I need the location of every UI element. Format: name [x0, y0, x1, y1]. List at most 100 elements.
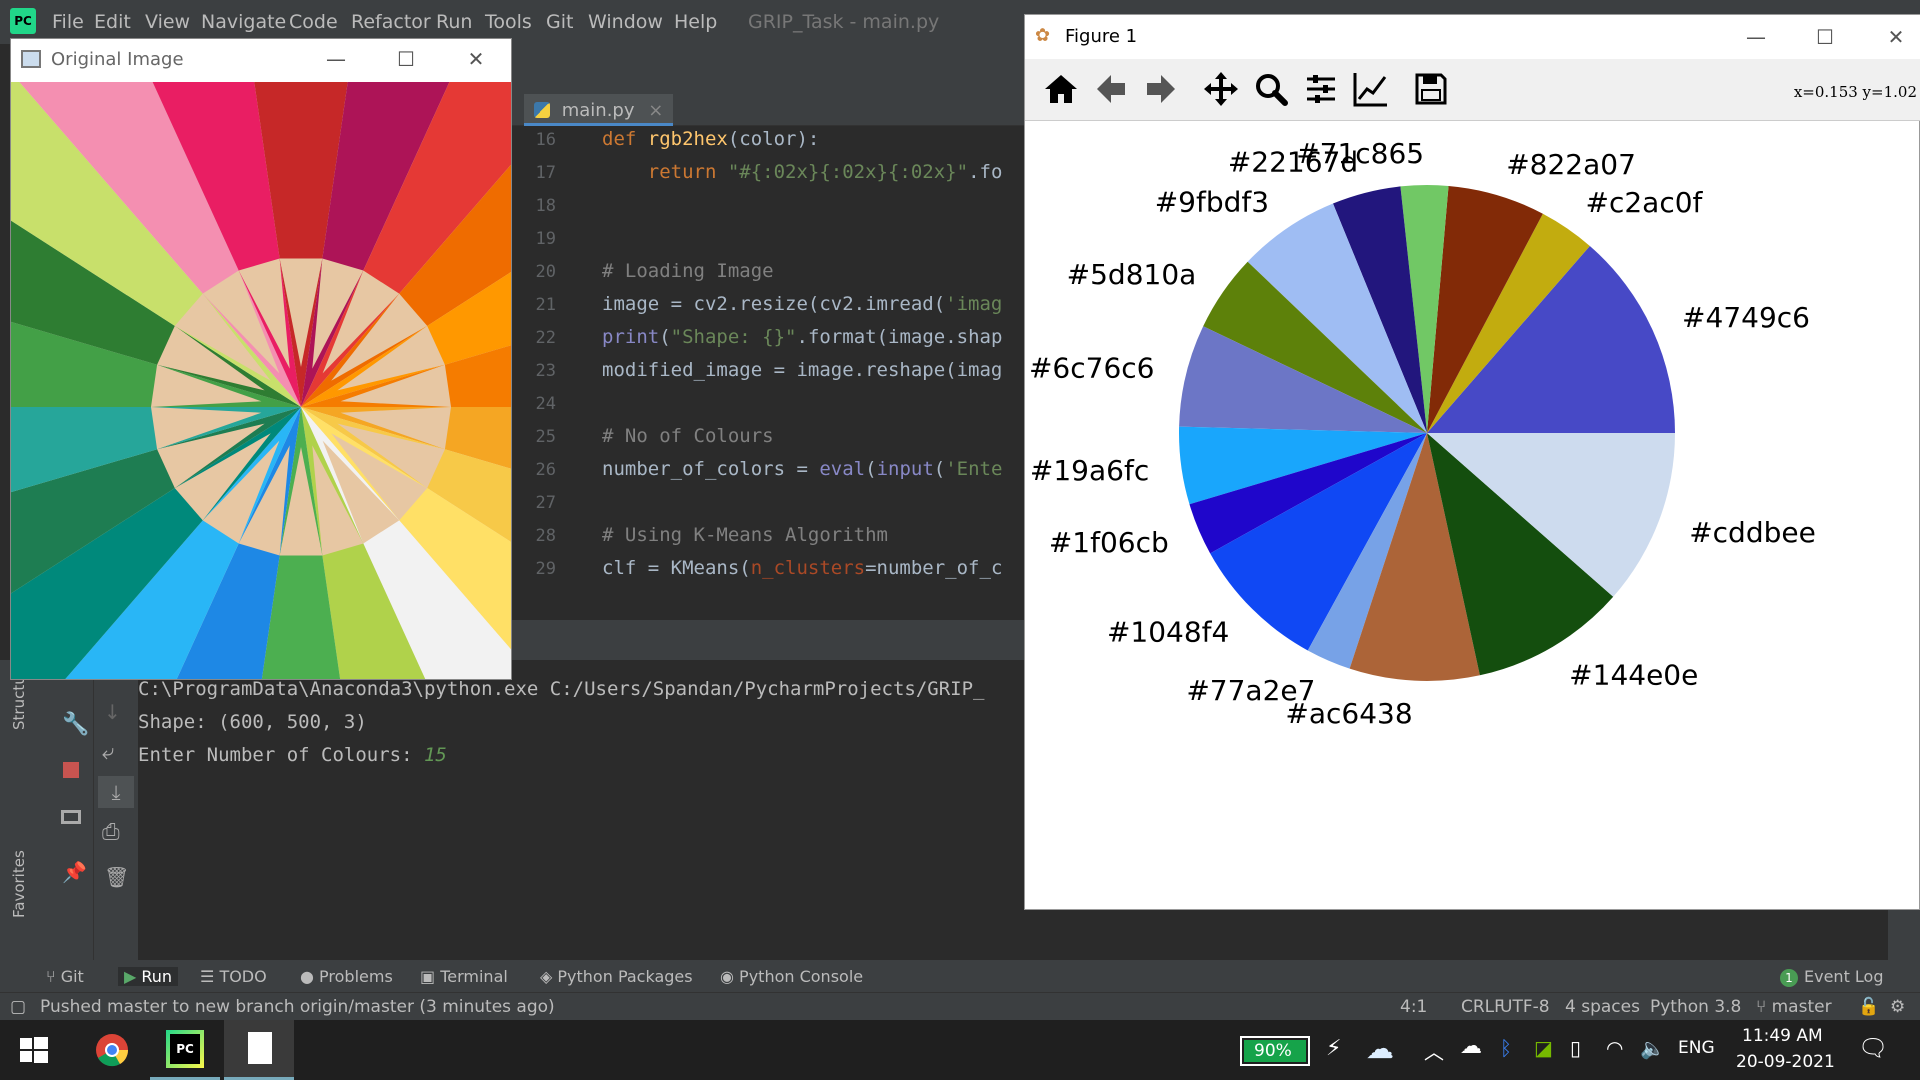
forward-arrow-icon[interactable]: [1141, 69, 1181, 109]
notepad-taskbar-item[interactable]: [224, 1020, 294, 1080]
code-token: "Shape: {}": [670, 326, 797, 348]
code-line[interactable]: 17 return "#{:02x}{:02x}{:02x}".fo: [512, 161, 1024, 194]
menu-navigate[interactable]: Navigate: [201, 11, 286, 33]
maximize-icon[interactable]: ☐: [391, 47, 421, 71]
line-separator[interactable]: CRLF: [1461, 997, 1504, 1017]
menu-run[interactable]: Run: [436, 11, 472, 33]
maximize-icon[interactable]: ☐: [1810, 25, 1840, 49]
zoom-icon[interactable]: [1251, 69, 1291, 109]
code-token: image = cv2.resize(cv2.imread(: [602, 293, 946, 315]
code-token: 'imag: [945, 293, 1003, 315]
language-indicator[interactable]: ENG: [1678, 1038, 1715, 1058]
event-log-button[interactable]: 1 Event Log: [1780, 967, 1884, 987]
code-line[interactable]: 23 modified_image = image.reshape(imag: [512, 359, 1024, 392]
edit-axis-icon[interactable]: [1351, 69, 1391, 109]
pycharm-logo-icon: PC: [10, 8, 36, 34]
onedrive-icon[interactable]: ☁: [1460, 1034, 1482, 1059]
code-line[interactable]: 22 print("Shape: {}".format(image.shap: [512, 326, 1024, 359]
tab-terminal[interactable]: ▣ Terminal: [420, 967, 508, 986]
problems-icon: ●: [300, 967, 320, 986]
favorites-tab[interactable]: Favorites: [10, 850, 28, 918]
code-line[interactable]: 28 # Using K-Means Algorithm: [512, 524, 1024, 557]
code-line[interactable]: 18: [512, 194, 1024, 227]
pan-icon[interactable]: [1201, 69, 1241, 109]
pycharm-taskbar-item[interactable]: PC: [150, 1020, 220, 1080]
wifi-icon[interactable]: ◠: [1606, 1036, 1623, 1060]
status-toggle-icon[interactable]: ▢: [10, 997, 26, 1017]
windows-start-icon[interactable]: [14, 1030, 54, 1070]
left-tool-strip: Structure Favorites: [0, 660, 48, 960]
code-line[interactable]: 29 clf = KMeans(n_clusters=number_of_c: [512, 557, 1024, 590]
code-line[interactable]: 24: [512, 392, 1024, 425]
menu-refactor[interactable]: Refactor: [351, 11, 431, 33]
inspector-icon[interactable]: ⚙: [1890, 997, 1905, 1017]
menu-tools[interactable]: Tools: [485, 11, 532, 33]
minimize-icon[interactable]: —: [321, 47, 351, 71]
tab-git[interactable]: ⑂ Git: [46, 967, 84, 986]
bluetooth-icon[interactable]: ᛒ: [1500, 1036, 1512, 1060]
show-hidden-icons-icon[interactable]: ︿: [1424, 1036, 1444, 1065]
status-message[interactable]: Pushed master to new branch origin/maste…: [40, 997, 555, 1017]
menu-view[interactable]: View: [145, 11, 190, 33]
menu-edit[interactable]: Edit: [94, 11, 131, 33]
wrench-icon[interactable]: 🔧: [62, 712, 89, 737]
git-branch[interactable]: ⑂ master: [1756, 997, 1832, 1017]
code-editor[interactable]: 16 def rgb2hex(color): 17 return "#{:02x}{…: [512, 126, 1024, 590]
weather-icon[interactable]: ☁: [1366, 1032, 1394, 1065]
down-arrow-icon[interactable]: ↓: [104, 700, 121, 724]
pin-icon[interactable]: 📌: [62, 860, 87, 884]
code-line[interactable]: 26 number_of_colors = eval(input('Ente: [512, 458, 1024, 491]
lock-icon[interactable]: 🔓: [1858, 997, 1879, 1017]
soft-wrap-icon[interactable]: ⤶: [102, 740, 114, 765]
clock-date[interactable]: 20-09-2021: [1736, 1052, 1835, 1072]
code-line[interactable]: 21 image = cv2.resize(cv2.imread('imag: [512, 293, 1024, 326]
menu-help[interactable]: Help: [674, 11, 717, 33]
save-icon[interactable]: [1411, 69, 1451, 109]
code-token: input: [876, 458, 934, 480]
tab-run[interactable]: ▶ Run: [118, 967, 179, 986]
tab-python-packages[interactable]: ◈ Python Packages: [540, 967, 693, 986]
layout-icon[interactable]: [61, 810, 81, 824]
code-line[interactable]: 16 def rgb2hex(color):: [512, 128, 1024, 161]
file-encoding[interactable]: UTF-8: [1500, 997, 1550, 1017]
notifications-icon[interactable]: 🗨: [1858, 1034, 1888, 1062]
menu-git[interactable]: Git: [546, 11, 573, 33]
code-line[interactable]: 25 # No of Colours: [512, 425, 1024, 458]
menu-code[interactable]: Code: [289, 11, 338, 33]
plot-canvas[interactable]: #4749c6 #c2ac0f #822a07 #71c865 #22167d #9fbd…: [1025, 121, 1920, 911]
volume-icon[interactable]: 🔈: [1640, 1036, 1665, 1060]
menu-window[interactable]: Window: [588, 11, 663, 33]
trash-icon[interactable]: 🗑: [104, 865, 129, 889]
indent-setting[interactable]: 4 spaces: [1565, 997, 1640, 1017]
tab-main-py[interactable]: main.py ×: [524, 94, 674, 126]
code-line[interactable]: 19: [512, 227, 1024, 260]
git-branch-icon: ⑂: [46, 967, 61, 986]
scroll-to-end-icon[interactable]: ⤓: [98, 776, 134, 808]
close-tab-icon[interactable]: ×: [648, 100, 663, 121]
cursor-coordinates: x=0.153 y=1.02: [1793, 83, 1917, 101]
tab-todo[interactable]: ☰ TODO: [200, 967, 267, 986]
tab-problems[interactable]: ● Problems: [300, 967, 393, 986]
clock-time[interactable]: 11:49 AM: [1742, 1026, 1823, 1046]
home-icon[interactable]: [1041, 69, 1081, 109]
nvidia-icon[interactable]: ◪: [1534, 1036, 1553, 1060]
caret-position[interactable]: 4:1: [1400, 997, 1427, 1017]
tab-python-console[interactable]: ◉ Python Console: [720, 967, 863, 986]
back-arrow-icon[interactable]: [1091, 69, 1131, 109]
configure-subplots-icon[interactable]: [1301, 69, 1341, 109]
battery-indicator[interactable]: 90%: [1240, 1036, 1310, 1066]
code-token: n_clusters: [750, 557, 866, 579]
menu-file[interactable]: File: [52, 11, 84, 33]
stop-icon[interactable]: [63, 762, 79, 778]
close-icon[interactable]: ✕: [1881, 25, 1911, 49]
chrome-icon[interactable]: [92, 1030, 132, 1070]
code-token: eval: [819, 458, 866, 480]
print-icon[interactable]: ⎙: [102, 820, 120, 845]
code-line[interactable]: 20 # Loading Image: [512, 260, 1024, 293]
close-icon[interactable]: ✕: [461, 47, 491, 71]
code-line[interactable]: 27: [512, 491, 1024, 524]
python-interpreter[interactable]: Python 3.8: [1650, 997, 1741, 1017]
device-icon[interactable]: ▯: [1570, 1036, 1581, 1060]
matplotlib-icon: ✿: [1035, 25, 1051, 46]
minimize-icon[interactable]: —: [1741, 25, 1771, 49]
